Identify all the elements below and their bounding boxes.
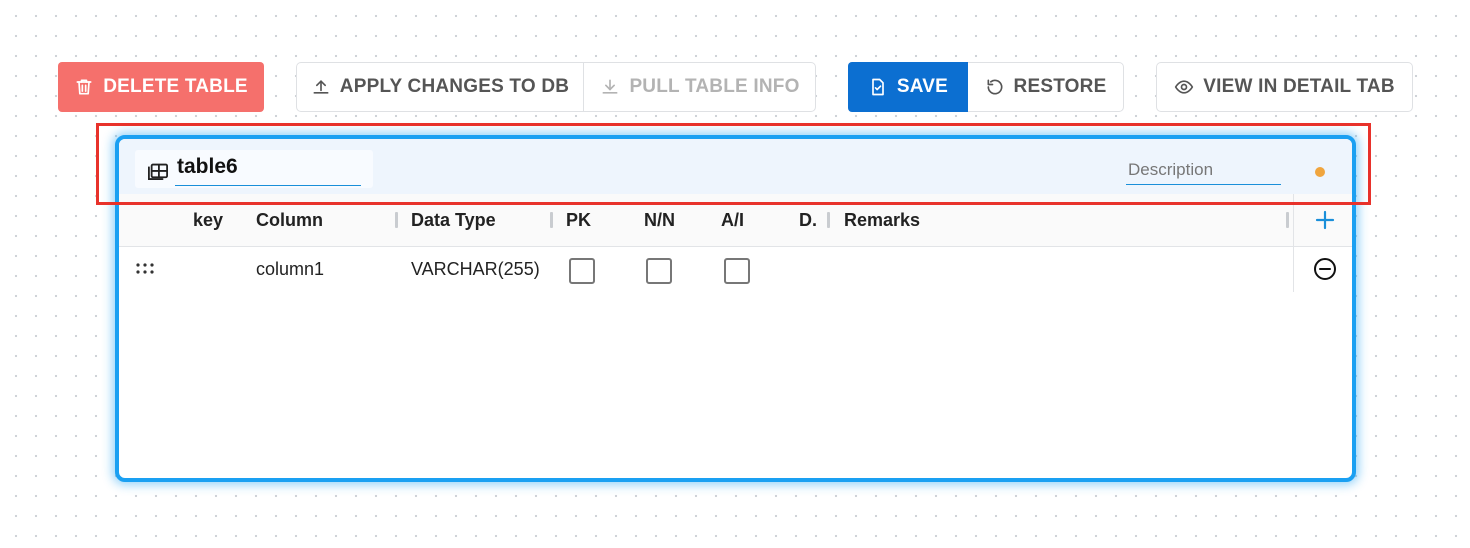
view-in-detail-tab-button[interactable]: VIEW IN DETAIL TAB [1156, 62, 1413, 112]
column-header-row: key Column Data Type PK N/N A/I D. Remar… [119, 194, 1352, 247]
column-header-data-type[interactable]: Data Type [411, 194, 496, 246]
column-name-cell[interactable]: column1 [256, 246, 324, 292]
save-label: SAVE [896, 76, 949, 97]
save-button[interactable]: SAVE [848, 62, 968, 112]
apply-changes-label: APPLY CHANGES TO DB [339, 76, 570, 97]
column-header-remarks: Remarks [844, 210, 921, 230]
column-resize-handle[interactable] [550, 212, 553, 228]
restore-button[interactable]: RESTORE [968, 62, 1123, 112]
auto-increment-checkbox[interactable] [724, 258, 750, 284]
view-in-detail-tab-label: VIEW IN DETAIL TAB [1203, 76, 1395, 97]
add-column-button[interactable] [1293, 194, 1352, 246]
pull-table-info-button[interactable]: PULL TABLE INFO [585, 62, 815, 112]
eye-icon [1175, 80, 1194, 94]
column-resize-handle[interactable] [1286, 212, 1289, 228]
column-resize-handle[interactable] [395, 212, 398, 228]
trash-icon [76, 79, 92, 95]
table-row[interactable]: column1 VARCHAR(255) [119, 246, 1352, 292]
pull-table-info-label: PULL TABLE INFO [629, 76, 800, 97]
minus-circle-icon [1313, 258, 1336, 280]
upload-icon [313, 80, 329, 94]
not-null-checkbox[interactable] [646, 258, 672, 284]
pk-checkbox[interactable] [569, 258, 595, 284]
apply-changes-button[interactable]: APPLY CHANGES TO DB [297, 62, 584, 112]
column-resize-handle[interactable] [827, 212, 830, 228]
save-document-icon [872, 78, 884, 96]
table-name-field[interactable]: table6 [175, 152, 361, 186]
restore-label: RESTORE [1013, 76, 1107, 97]
column-header-auto-increment: A/I [721, 210, 745, 230]
delete-table-label: DELETE TABLE [103, 76, 248, 97]
column-header-not-null: N/N [644, 210, 675, 230]
data-type-cell[interactable]: VARCHAR(255) [411, 246, 540, 292]
column-header-pk: PK [566, 210, 592, 230]
column-header-default: D. [799, 210, 817, 230]
restore-icon [987, 79, 1003, 95]
description-input[interactable] [1126, 155, 1281, 185]
column-header-column[interactable]: Column [256, 194, 323, 246]
remove-column-button[interactable] [1293, 246, 1352, 292]
delete-table-button[interactable]: DELETE TABLE [58, 62, 264, 112]
table-icon [148, 163, 168, 180]
drag-handle-icon[interactable] [135, 263, 155, 275]
download-icon [602, 79, 618, 94]
plus-icon [1315, 210, 1334, 230]
table-card[interactable]: table6 key Column Data Type PK N/N A/I D… [115, 135, 1356, 482]
table-card-header: table6 [119, 139, 1352, 195]
unsaved-status-dot [1315, 167, 1325, 177]
column-header-key: key [193, 210, 224, 230]
